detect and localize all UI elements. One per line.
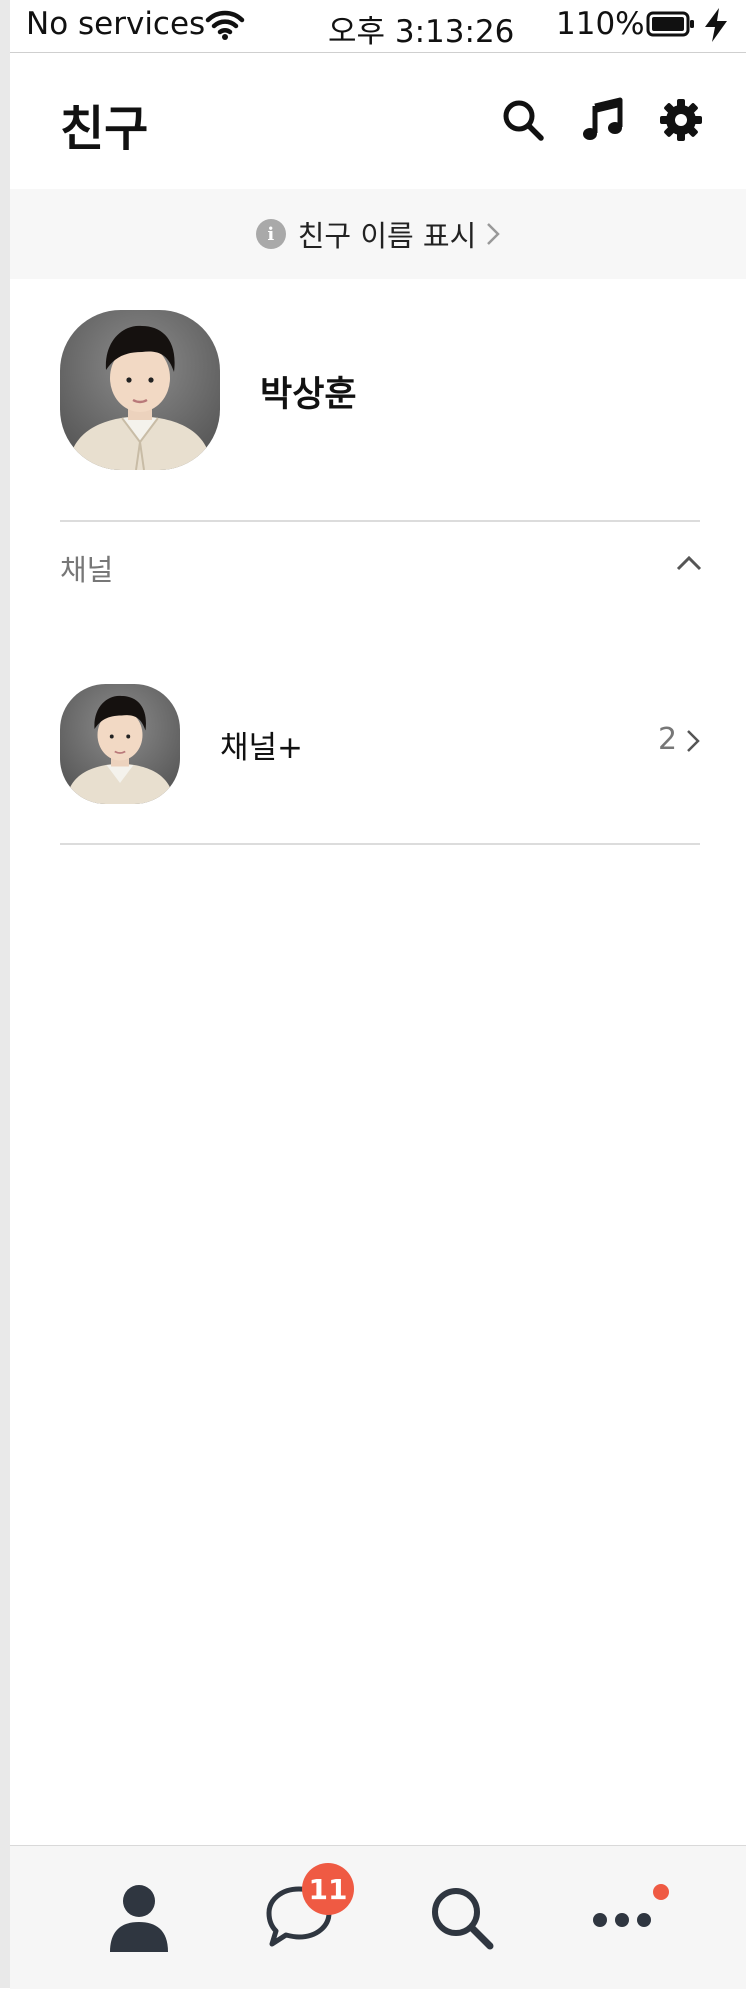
avatar <box>60 684 180 804</box>
list-item[interactable]: 채널+ 2 <box>10 684 746 806</box>
channel-count: 2 <box>658 722 678 757</box>
header: 친구 <box>10 53 746 189</box>
unread-badge: 11 <box>302 1863 354 1915</box>
carrier-label: No services <box>26 6 206 42</box>
music-icon[interactable] <box>580 97 626 143</box>
wifi-icon <box>205 10 245 40</box>
my-profile-row[interactable]: 박상훈 <box>10 310 746 472</box>
notification-dot <box>653 1884 669 1900</box>
left-edge <box>0 0 10 1988</box>
tab-more[interactable] <box>576 1846 696 1966</box>
divider <box>60 843 700 845</box>
gear-icon[interactable] <box>658 97 704 143</box>
status-bar: No services 오후 3:13:26 110% <box>10 0 746 53</box>
battery-icon <box>646 11 694 37</box>
battery-percentage: 110% <box>556 6 645 42</box>
info-icon: i <box>255 219 286 249</box>
search-icon <box>432 1888 494 1950</box>
more-dots-icon <box>593 1913 651 1927</box>
section-label: 채널 <box>60 553 114 587</box>
search-icon[interactable] <box>500 97 546 143</box>
chevron-up-icon[interactable] <box>676 555 702 571</box>
name-display-banner[interactable]: i 친구 이름 표시 <box>10 189 746 279</box>
page-title: 친구 <box>60 101 149 157</box>
channel-label: 채널+ <box>220 730 304 766</box>
clock: 오후 3:13:26 <box>328 14 515 50</box>
tab-search[interactable] <box>410 1846 530 1966</box>
divider <box>60 520 700 522</box>
tab-friends[interactable] <box>82 1846 202 1966</box>
profile-name: 박상훈 <box>260 375 357 415</box>
channel-section-header[interactable]: 채널 <box>10 523 746 613</box>
person-icon <box>110 1885 168 1952</box>
tab-bar: 11 <box>10 1845 746 1989</box>
banner-text: 친구 이름 표시 <box>297 219 477 253</box>
charging-icon <box>705 8 727 42</box>
chevron-right-icon <box>487 223 501 245</box>
avatar[interactable] <box>60 310 220 470</box>
chevron-right-icon <box>687 730 700 752</box>
